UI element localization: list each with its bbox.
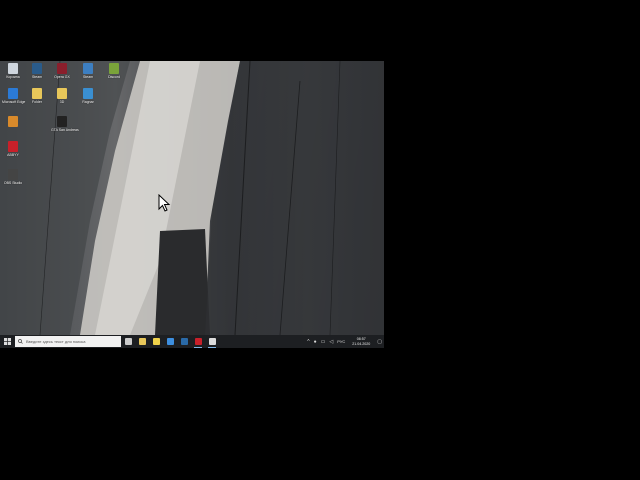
app-icon-5 — [109, 63, 119, 74]
tray-network-icon[interactable]: ▭ — [321, 339, 326, 345]
search-icon — [18, 339, 23, 344]
recycle-bin-icon — [8, 63, 18, 74]
notification-center-icon[interactable]: ▢ — [377, 339, 382, 345]
desktop-screen: Корзина Steam Opera GX Steam Discord Microsof… — [0, 61, 384, 348]
file-explorer-button[interactable] — [135, 335, 149, 348]
obs-icon — [8, 169, 18, 180]
system-tray: ^ ● ▭ ◁ РУС 08:57 21.04.2020 ▢ — [305, 335, 384, 348]
clock[interactable]: 08:57 21.04.2020 — [352, 337, 370, 345]
start-button[interactable] — [0, 335, 14, 348]
task-view-icon — [124, 338, 132, 345]
steam-taskbar-icon — [180, 338, 188, 345]
desktop-wallpaper[interactable]: Корзина Steam Opera GX Steam Discord Microsof… — [0, 61, 384, 335]
icon-label: Discord — [108, 75, 120, 79]
icon-label: Folder — [32, 100, 42, 104]
taskbar: Введите здесь текст для поиска ^ ● ▭ ◁ Р… — [0, 335, 384, 348]
edge-shortcut[interactable]: Microsoft Edge — [2, 88, 26, 104]
icon-label: OBS Studio — [3, 181, 23, 185]
clock-app-icon — [208, 338, 216, 345]
icon-label: Ragnar — [82, 100, 94, 104]
search-placeholder: Введите здесь текст для поиска — [26, 339, 86, 344]
edge-icon — [8, 88, 18, 99]
tray-overflow-chevron-icon[interactable]: ^ — [307, 339, 309, 345]
game-shortcut[interactable]: GTA San Andreas — [51, 116, 79, 132]
app-icon-12 — [8, 141, 18, 152]
app-icon-3 — [57, 63, 67, 74]
app-12-shortcut[interactable]: ABBYY — [2, 141, 24, 157]
steam-taskbar-button[interactable] — [177, 335, 191, 348]
app-3-shortcut[interactable]: Opera GX — [51, 63, 73, 79]
recycle-bin-shortcut[interactable]: Корзина — [2, 63, 24, 79]
folder-2-shortcut[interactable]: 3D — [51, 88, 73, 104]
icon-label: 3D — [59, 100, 65, 104]
task-view-button[interactable] — [121, 335, 135, 348]
opera-taskbar-icon — [194, 338, 202, 345]
clock-date: 21.04.2020 — [352, 341, 371, 346]
clock-app-button[interactable] — [205, 335, 219, 348]
taskbar-apps — [121, 335, 219, 348]
icon-label: ABBYY — [7, 153, 19, 157]
icon-label: Корзина — [6, 75, 20, 79]
search-box[interactable]: Введите здесь текст для поиска — [15, 336, 121, 347]
app-5-shortcut[interactable]: Discord — [103, 63, 125, 79]
app-icon-2 — [32, 63, 42, 74]
settings-shortcut[interactable] — [2, 116, 24, 128]
opera-taskbar-button[interactable] — [191, 335, 205, 348]
icon-label: Steam — [31, 75, 43, 79]
mouse-pointer-icon — [158, 194, 171, 212]
mail-icon — [166, 338, 174, 345]
app-icon-9 — [83, 88, 93, 99]
tray-mic-icon[interactable]: ● — [314, 339, 317, 345]
tray-volume-icon[interactable]: ◁ — [329, 339, 333, 345]
store-button[interactable] — [149, 335, 163, 348]
icon-label: Steam — [82, 75, 94, 79]
icon-label: Opera GX — [54, 75, 70, 79]
app-icon-4 — [83, 63, 93, 74]
windows-logo-icon — [3, 338, 11, 345]
app-4-shortcut[interactable]: Steam — [77, 63, 99, 79]
folder-icon-2 — [57, 88, 67, 99]
folder-1-shortcut[interactable]: Folder — [26, 88, 48, 104]
game-icon — [57, 116, 67, 127]
app-9-shortcut[interactable]: Ragnar — [77, 88, 99, 104]
icon-label: Microsoft Edge — [2, 100, 26, 104]
folder-icon-1 — [32, 88, 42, 99]
app-2-shortcut[interactable]: Steam — [26, 63, 48, 79]
file-explorer-icon — [138, 338, 146, 345]
mail-button[interactable] — [163, 335, 177, 348]
settings-icon — [8, 116, 18, 127]
language-indicator[interactable]: РУС — [337, 339, 345, 344]
obs-shortcut[interactable]: OBS Studio — [2, 169, 24, 185]
store-icon — [152, 338, 160, 345]
icon-label: GTA San Andreas — [51, 128, 79, 132]
